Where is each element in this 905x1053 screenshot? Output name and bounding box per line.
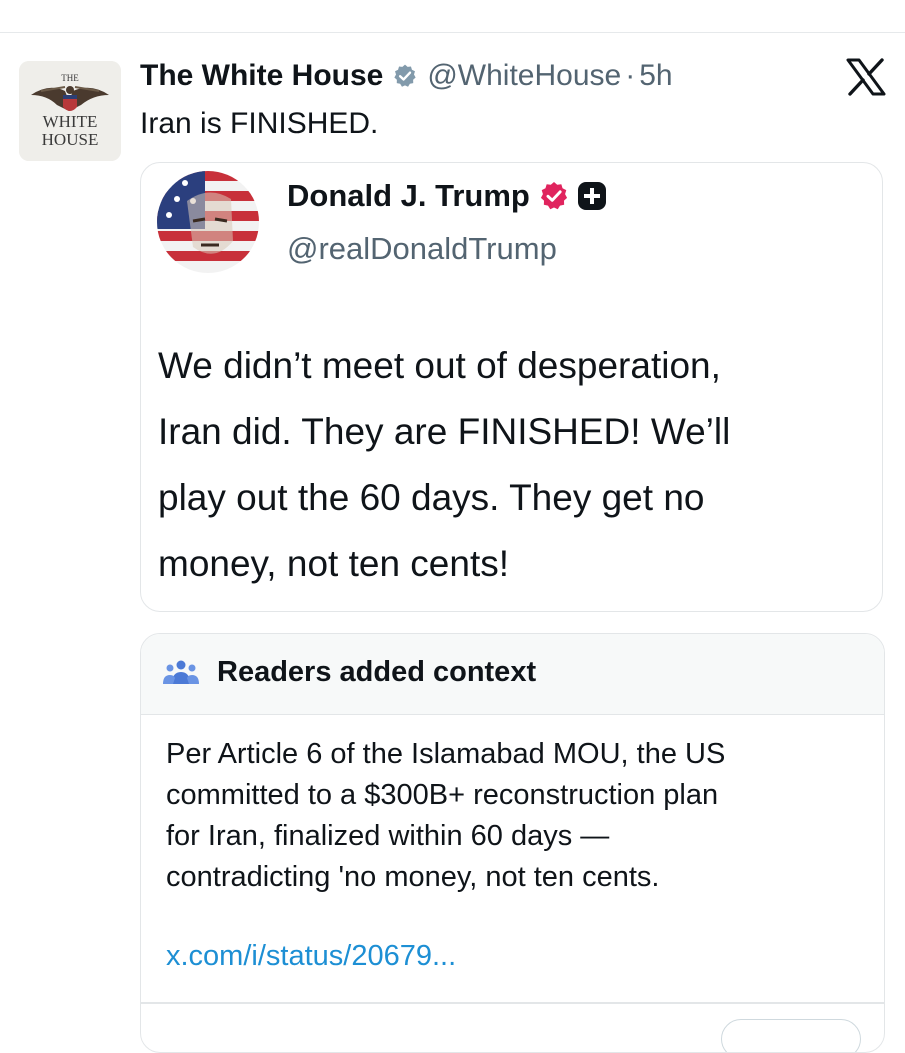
avatar-text-the: THE (61, 73, 79, 83)
community-note-title: Readers added context (217, 656, 537, 688)
avatar-text-white: WHITE (43, 112, 98, 131)
community-note-body: Per Article 6 of the Islamabad MOU, the … (166, 734, 866, 898)
quoted-author-line: Donald J. Trump (287, 178, 608, 214)
note-body-line: committed to a $300B+ reconstruction pla… (166, 779, 719, 811)
top-divider (0, 32, 905, 33)
note-body-line: for Iran, finalized within 60 days — (166, 820, 610, 852)
verified-badge-grey-icon (392, 63, 418, 89)
quoted-body-line: money, not ten cents! (158, 543, 510, 584)
note-body-line: contradicting 'no money, not ten cents. (166, 861, 660, 893)
people-icon (163, 658, 199, 693)
quoted-author-name[interactable]: Donald J. Trump (287, 178, 530, 214)
community-note-header: Readers added context (141, 634, 884, 715)
rate-note-button[interactable] (721, 1019, 861, 1052)
community-note-link[interactable]: x.com/i/status/20679... (166, 940, 456, 973)
verified-badge-red-icon (538, 180, 570, 212)
x-logo-icon[interactable] (846, 58, 886, 96)
community-note-card: Readers added context Per Article 6 of t… (140, 633, 885, 1053)
trump-avatar[interactable] (157, 171, 259, 273)
quoted-body-line: Iran did. They are FINISHED! We’ll (158, 411, 731, 452)
white-house-avatar[interactable]: THE WHITE HOUSE (19, 61, 121, 161)
post-time[interactable]: 5h (639, 59, 672, 93)
quoted-body-line: play out the 60 days. They get no (158, 477, 705, 518)
community-note-divider (141, 1002, 884, 1004)
quoted-post-body: We didn’t meet out of desperation, Iran … (158, 333, 873, 597)
meta-separator: · (625, 59, 636, 92)
author-name[interactable]: The White House (140, 59, 383, 93)
author-handle[interactable]: @WhiteHouse (427, 59, 621, 93)
avatar-text-house: HOUSE (42, 130, 99, 149)
quoted-author-handle[interactable]: @realDonaldTrump (287, 231, 557, 267)
quoted-body-line: We didn’t meet out of desperation, (158, 345, 721, 386)
note-body-line: Per Article 6 of the Islamabad MOU, the … (166, 738, 726, 770)
tweet-text: Iran is FINISHED. (140, 107, 379, 140)
tweet-header: The White House @WhiteHouse · 5h (140, 54, 673, 98)
quoted-post-card[interactable]: Donald J. Trump @realDonaldTrump We didn… (140, 162, 883, 612)
plus-badge-icon (576, 180, 608, 212)
